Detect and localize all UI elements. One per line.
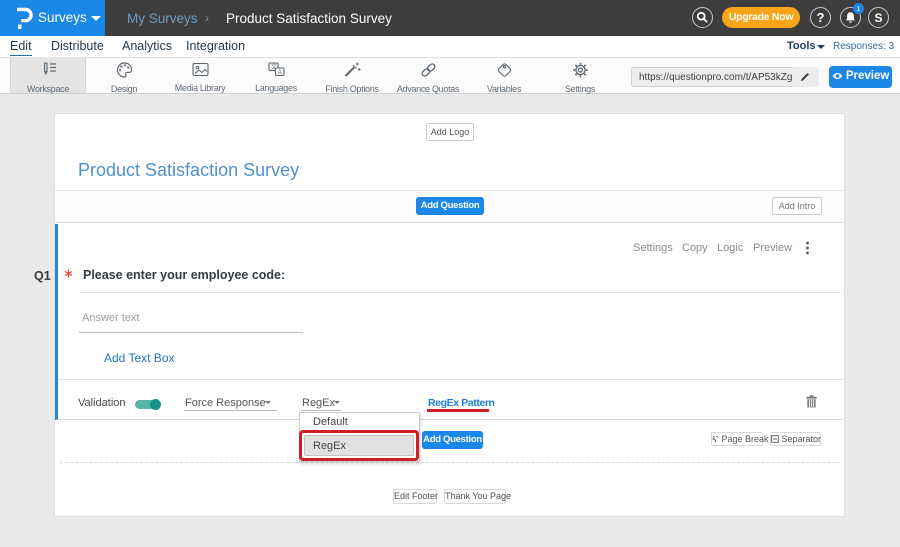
svg-text:A: A: [277, 69, 282, 76]
